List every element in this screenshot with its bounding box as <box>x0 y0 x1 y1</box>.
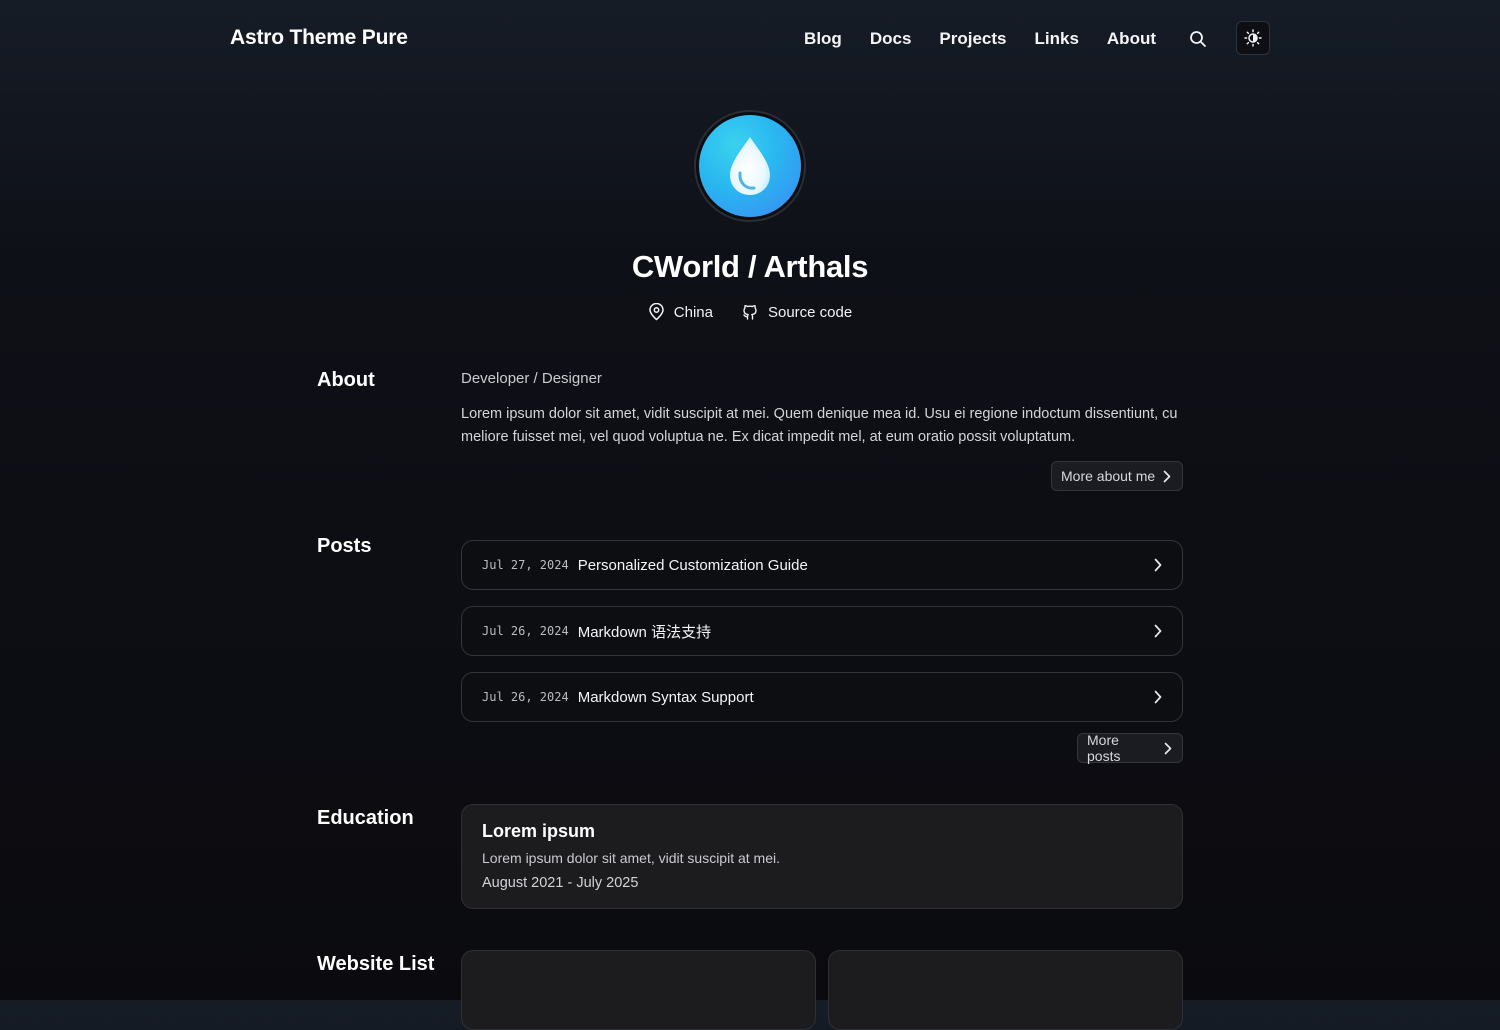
github-icon <box>743 304 757 320</box>
search-button[interactable] <box>1188 29 1208 49</box>
education-card: Lorem ipsum Lorem ipsum dolor sit amet, … <box>461 804 1183 909</box>
nav-docs[interactable]: Docs <box>870 29 912 49</box>
location-label: China <box>673 303 713 321</box>
about-role: Developer / Designer <box>461 370 602 387</box>
location-link: China <box>648 303 713 321</box>
theme-toggle-button[interactable] <box>1236 21 1270 55</box>
nav-about[interactable]: About <box>1107 29 1156 49</box>
education-description: Lorem ipsum dolor sit amet, vidit suscip… <box>482 850 780 866</box>
website-card[interactable] <box>461 950 816 1030</box>
more-about-me-button[interactable]: More about me <box>1051 461 1183 491</box>
more-about-me-label: More about me <box>1061 468 1156 484</box>
nav-projects[interactable]: Projects <box>939 29 1006 49</box>
post-item[interactable]: Jul 26, 2024 Markdown Syntax Support <box>461 672 1183 722</box>
about-body: Lorem ipsum dolor sit amet, vidit suscip… <box>461 406 1178 445</box>
post-item[interactable]: Jul 27, 2024 Personalized Customization … <box>461 540 1183 590</box>
website-card[interactable] <box>828 950 1183 1030</box>
post-title: Markdown Syntax Support <box>577 688 754 706</box>
water-drop-icon <box>730 137 770 195</box>
site-brand[interactable]: Astro Theme Pure <box>230 26 408 50</box>
sun-moon-icon <box>1244 29 1262 47</box>
site-header: Astro Theme Pure Blog Docs Projects Link… <box>0 0 1500 80</box>
education-dates: August 2021 - July 2025 <box>482 875 639 891</box>
search-icon <box>1190 31 1206 47</box>
post-item[interactable]: Jul 26, 2024 Markdown 语法支持 <box>461 606 1183 656</box>
avatar <box>694 110 806 222</box>
source-code-label: Source code <box>767 303 853 321</box>
main-nav: Blog Docs Projects Links About <box>804 29 1156 49</box>
avatar-image <box>699 115 801 217</box>
more-posts-button[interactable]: More posts <box>1077 732 1183 764</box>
chevron-right-icon <box>1164 742 1172 754</box>
website-list-heading: Website List <box>317 953 435 975</box>
nav-links[interactable]: Links <box>1035 29 1079 49</box>
post-date: Jul 26, 2024 <box>482 690 569 704</box>
chevron-right-icon <box>1154 690 1162 704</box>
education-title: Lorem ipsum <box>482 821 596 841</box>
chevron-right-icon <box>1154 558 1162 572</box>
location-pin-icon <box>649 303 664 321</box>
source-code-link[interactable]: Source code <box>741 303 852 321</box>
education-heading: Education <box>317 807 414 829</box>
chevron-right-icon <box>1154 624 1162 638</box>
more-posts-label: More posts <box>1087 732 1121 764</box>
post-title: Markdown 语法支持 <box>577 623 712 641</box>
about-heading: About <box>317 369 375 391</box>
post-date: Jul 27, 2024 <box>482 558 569 572</box>
posts-heading: Posts <box>317 535 372 557</box>
about-content: Developer / Designer Lorem ipsum dolor s… <box>461 370 1183 449</box>
chevron-right-icon <box>1163 470 1171 482</box>
post-date: Jul 26, 2024 <box>482 624 569 638</box>
page-title: CWorld / Arthals <box>631 249 869 284</box>
post-title: Personalized Customization Guide <box>577 556 808 574</box>
nav-blog[interactable]: Blog <box>804 29 842 49</box>
hero-links: China Source code <box>0 303 1500 321</box>
